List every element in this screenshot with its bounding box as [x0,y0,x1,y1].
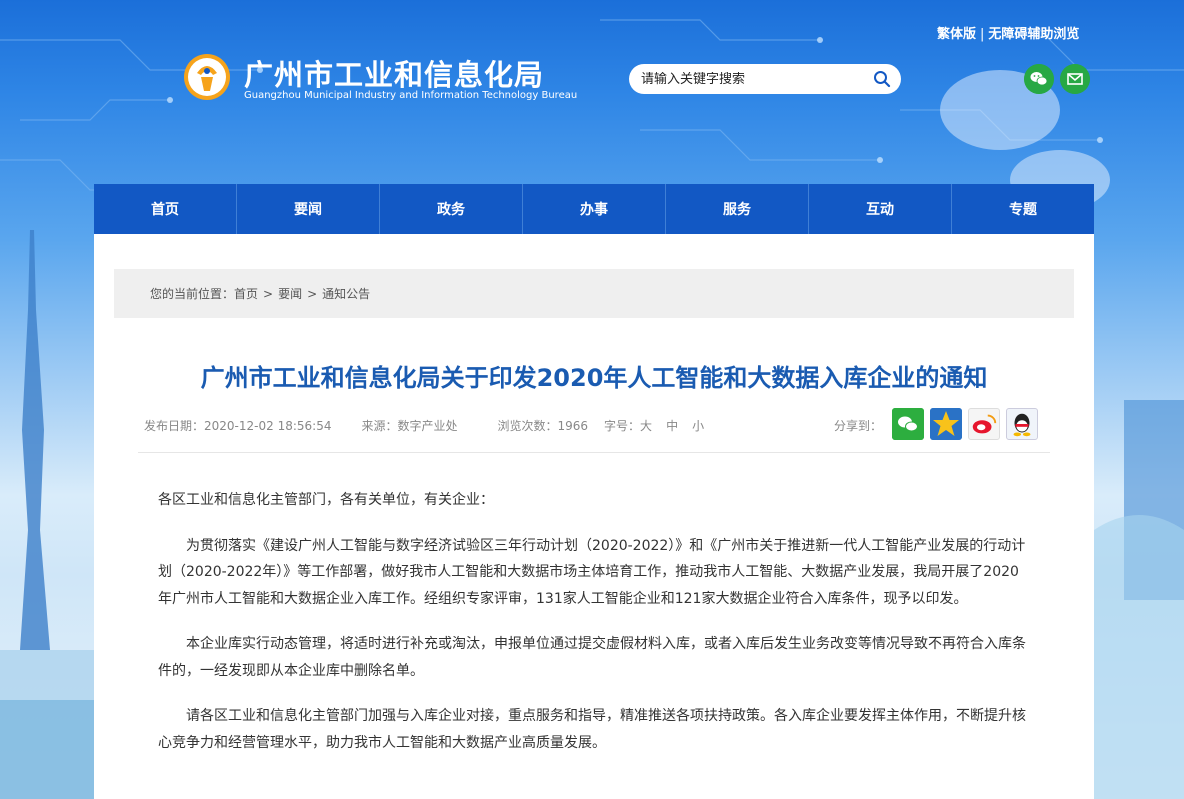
breadcrumb-separator: > [307,286,318,301]
article-salutation: 各区工业和信息化主管部门，各有关单位，有关企业： [158,492,494,508]
search-icon[interactable] [873,70,891,88]
publish-date-label: 发布日期： [144,419,205,433]
traditional-chinese-link[interactable]: 繁体版 [937,27,976,42]
share-wechat-icon[interactable] [892,408,924,440]
meta-divider [138,452,1050,453]
nav-item-services-handling[interactable]: 办事 [523,184,666,234]
nav-item-government-affairs[interactable]: 政务 [380,184,523,234]
share-qzone-icon[interactable] [930,408,962,440]
nav-item-interaction[interactable]: 互动 [809,184,952,234]
top-links-separator: | [980,27,985,42]
site-subtitle: Guangzhou Municipal Industry and Informa… [244,90,578,101]
nav-item-topics[interactable]: 专题 [952,184,1094,234]
share-qq-icon[interactable] [1006,408,1038,440]
wechat-icon[interactable] [1024,64,1054,94]
view-count: 浏览次数：1966 [497,419,589,433]
share-label: 分享到： [834,419,883,433]
breadcrumb: 您的当前位置： 首页 > 要闻 > 通知公告 [114,269,1074,318]
breadcrumb-home[interactable]: 首页 [234,285,258,302]
article-source: 来源：数字产业处 [361,419,458,433]
article-title: 广州市工业和信息化局关于印发2020年人工智能和大数据入库企业的通知 [200,364,988,392]
article-body: 各区工业和信息化主管部门，各有关单位，有关企业： 为贯彻落实《建设广州人工智能与… [158,487,1028,775]
breadcrumb-separator: > [263,286,274,301]
bureau-logo-icon[interactable] [183,53,231,101]
main-nav: 首页 要闻 政务 办事 服务 互动 专题 [94,184,1094,234]
mail-icon[interactable] [1060,64,1090,94]
article-meta: 发布日期：2020-12-02 18:56:54 来源：数字产业处 浏览次数：196… [144,417,704,434]
article-paragraph: 本企业库实行动态管理，将适时进行补充或淘汰，申报单位通过提交虚假材料入库，或者入… [158,636,1026,679]
nav-item-home[interactable]: 首页 [94,184,237,234]
top-links: 繁体版 | 无障碍辅助浏览 [937,23,1079,42]
accessibility-link[interactable]: 无障碍辅助浏览 [988,27,1079,42]
article-paragraph: 请各区工业和信息化主管部门加强与入库企业对接，重点服务和指导，精准推送各项扶持政… [158,708,1026,751]
nav-item-news[interactable]: 要闻 [237,184,380,234]
font-size-small[interactable]: 小 [692,419,704,433]
site-title: 广州市工业和信息化局 [244,58,545,92]
font-size-medium[interactable]: 中 [666,419,678,433]
article-paragraph: 为贯彻落实《建设广州人工智能与数字经济试验区三年行动计划（2020-2022）》… [158,537,1026,607]
breadcrumb-news[interactable]: 要闻 [278,285,302,302]
font-size-label: 字号： [604,419,641,433]
publish-date: 2020-12-02 18:56:54 [204,419,332,433]
search-input[interactable] [641,71,861,87]
nav-item-services[interactable]: 服务 [666,184,809,234]
canton-tower-decoration [0,230,94,799]
share-weibo-icon[interactable] [968,408,1000,440]
breadcrumb-notices[interactable]: 通知公告 [322,285,370,302]
breadcrumb-prefix: 您的当前位置： [150,287,235,301]
building-decoration [1094,400,1184,799]
search-box [629,64,901,94]
content-panel: 您的当前位置： 首页 > 要闻 > 通知公告 广州市工业和信息化局关于印发202… [94,234,1094,799]
font-size-large[interactable]: 大 [640,419,652,433]
